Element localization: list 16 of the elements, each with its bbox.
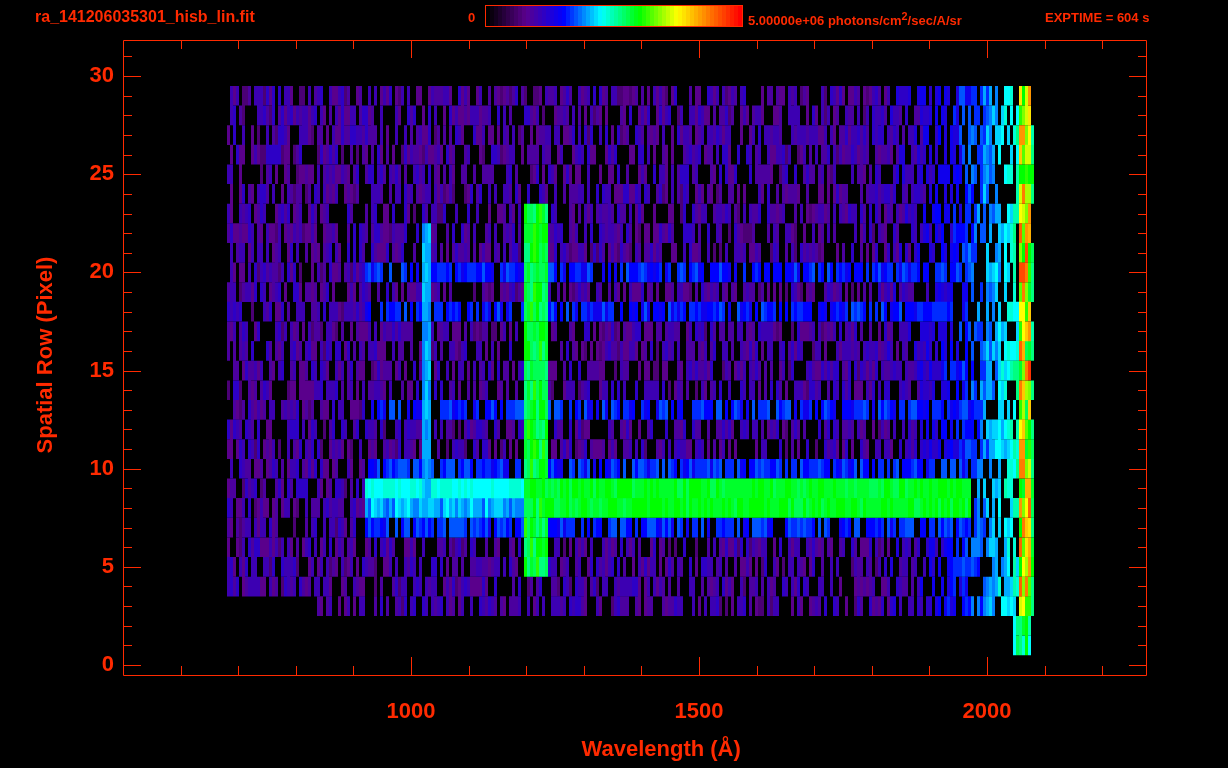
y-tick-label: 20 — [88, 258, 114, 285]
y-tick-label: 30 — [88, 62, 114, 89]
x-tick-label: 1500 — [673, 698, 725, 724]
x-tick-label: 1000 — [385, 698, 437, 724]
plot-title: ra_141206035301_hisb_lin.fit — [35, 8, 255, 26]
y-tick-label: 5 — [100, 552, 114, 579]
colorbar-max-label: 5.00000e+06 photons/cm$^{2}$/sec/A/sr — [748, 10, 962, 29]
x-axis-label: Wavelength (Å) — [581, 736, 741, 762]
y-tick-label: 25 — [88, 160, 114, 187]
y-axis-label: Spatial Row (Pixel) — [31, 256, 58, 454]
colorbar-min-label: 0 — [468, 10, 476, 25]
exposure-time: EXPTIME = 604 s — [1045, 10, 1150, 25]
y-tick-label: 0 — [100, 651, 114, 677]
y-tick-label: 15 — [88, 356, 114, 383]
y-tick-label: 10 — [88, 454, 114, 481]
x-tick-label: 2000 — [961, 698, 1013, 724]
